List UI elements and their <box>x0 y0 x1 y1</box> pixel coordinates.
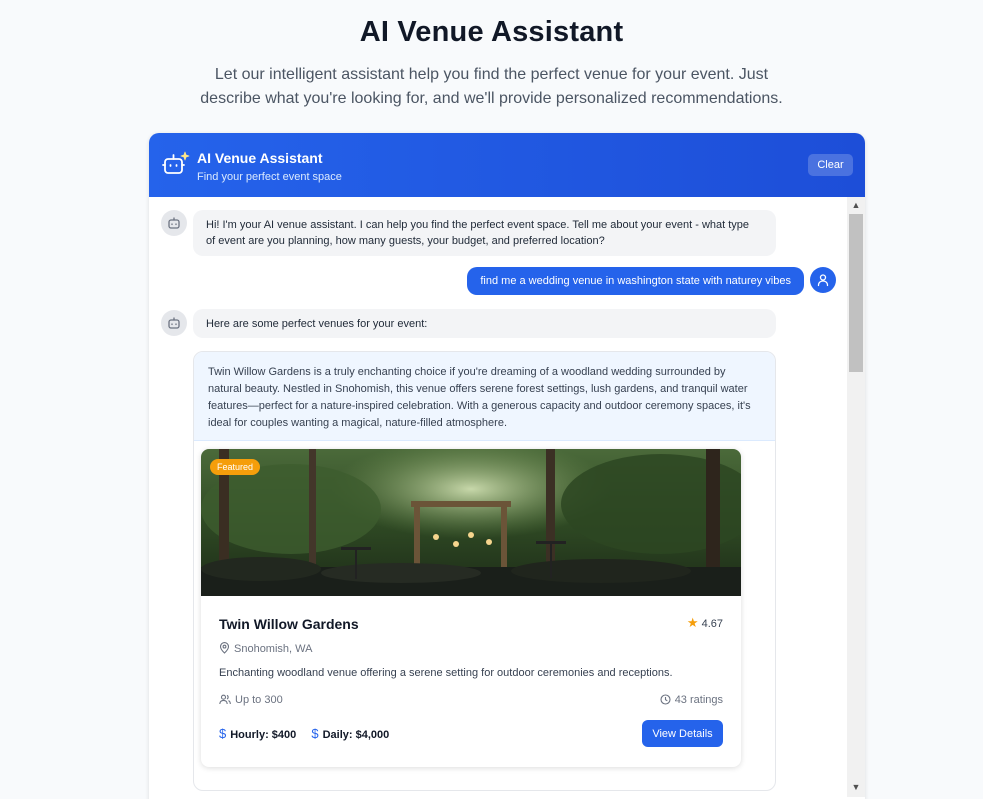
venue-photo <box>201 449 741 596</box>
chat-header: AI Venue Assistant Find your perfect eve… <box>149 133 865 197</box>
ai-recommendation: Twin Willow Gardens is a truly enchantin… <box>193 351 776 791</box>
user-avatar <box>810 267 836 293</box>
scroll-thumb[interactable] <box>849 214 863 372</box>
clear-button[interactable]: Clear <box>808 154 853 176</box>
chat-scrollbar[interactable]: ▲ ▼ <box>847 197 865 797</box>
bot-icon <box>168 217 180 229</box>
dollar-icon: $ <box>311 726 319 741</box>
assistant-message-line-2: of event are you planning, how many gues… <box>206 235 605 247</box>
venue-card[interactable]: Featured Twin Willow Gardens ★ 4.67 Snoho… <box>201 449 741 767</box>
scroll-down-arrow-icon[interactable]: ▼ <box>847 779 865 795</box>
venue-name: Twin Willow Gardens <box>219 616 359 632</box>
capacity-text: Up to 300 <box>235 694 283 706</box>
map-pin-icon <box>219 642 230 654</box>
user-message: find me a wedding venue in washington st… <box>467 267 804 295</box>
daily-label: Daily: <box>322 729 353 741</box>
page-subtitle: Let our intelligent assistant help you f… <box>0 63 983 111</box>
chat-panel: AI Venue Assistant Find your perfect eve… <box>149 133 865 799</box>
venue-description: Enchanting woodland venue offering a ser… <box>219 667 673 679</box>
bot-avatar <box>161 310 187 336</box>
venue-reviews: 43 ratings <box>660 694 723 706</box>
clock-icon <box>660 694 671 705</box>
hourly-value: $400 <box>271 729 297 741</box>
venue-capacity: Up to 300 <box>219 694 283 706</box>
dollar-icon: $ <box>219 726 227 741</box>
chat-header-subtitle: Find your perfect event space <box>197 171 342 183</box>
recommendation-summary: Twin Willow Gardens is a truly enchantin… <box>194 352 775 441</box>
assistant-message: Here are some perfect venues for your ev… <box>193 309 776 338</box>
chat-header-title: AI Venue Assistant <box>197 150 323 166</box>
assistant-message-line-1: Hi! I'm your AI venue assistant. I can h… <box>206 219 750 231</box>
rating-value: 4.67 <box>701 618 723 630</box>
page-subtitle-line-1: Let our intelligent assistant help you f… <box>214 66 769 83</box>
bot-icon <box>168 317 180 329</box>
robot-sparkle-icon <box>162 151 190 174</box>
bot-avatar <box>161 210 187 236</box>
page-subtitle-line-2: describe what you're looking for, and we… <box>200 90 783 107</box>
view-details-button[interactable]: View Details <box>642 720 723 747</box>
location-text: Snohomish, WA <box>234 643 313 655</box>
venue-pricing: $ Hourly: $400 $ Daily: $4,000 <box>219 726 401 741</box>
daily-value: $4,000 <box>355 729 390 741</box>
hourly-label: Hourly: <box>230 729 269 741</box>
star-icon: ★ <box>686 615 699 630</box>
message-list: Hi! I'm your AI venue assistant. I can h… <box>149 197 847 799</box>
scroll-up-arrow-icon[interactable]: ▲ <box>847 197 865 213</box>
venue-rating: ★ 4.67 <box>687 615 723 631</box>
daily-price: $ Daily: $4,000 <box>311 726 390 741</box>
venue-location: Snohomish, WA <box>219 642 312 655</box>
page-title: AI Venue Assistant <box>359 16 624 48</box>
user-icon <box>817 274 829 287</box>
reviews-text: 43 ratings <box>674 694 723 706</box>
users-icon <box>219 694 231 705</box>
hourly-price: $ Hourly: $400 <box>219 726 299 741</box>
assistant-message: Hi! I'm your AI venue assistant. I can h… <box>193 210 776 256</box>
featured-badge: Featured <box>210 459 261 475</box>
